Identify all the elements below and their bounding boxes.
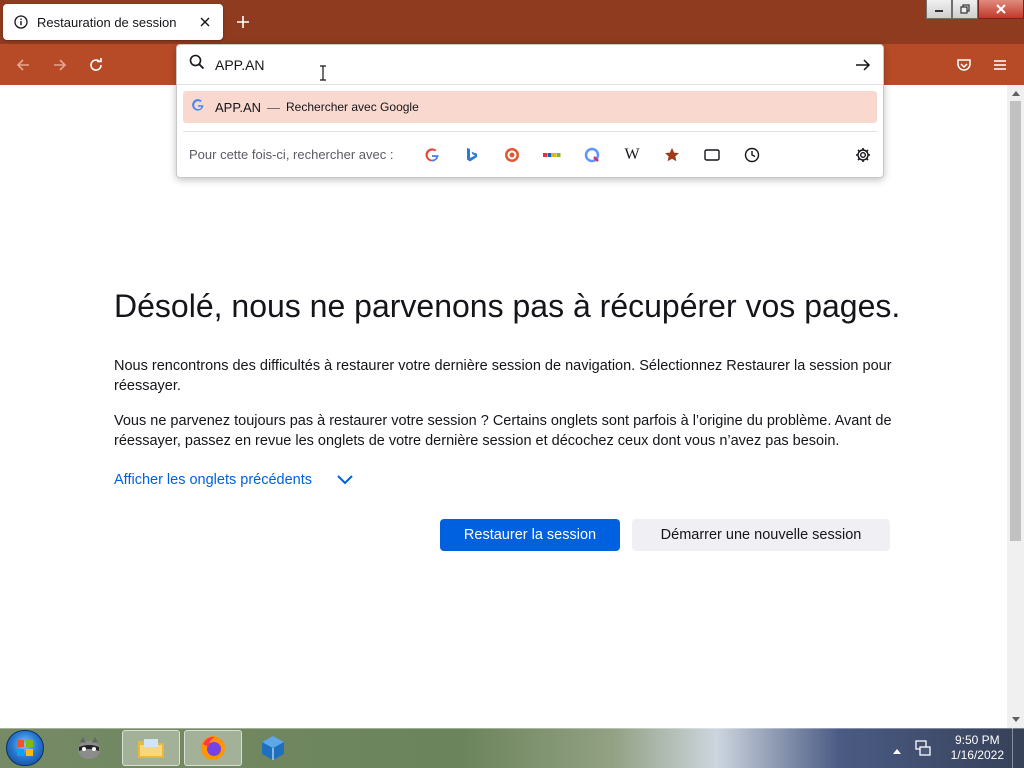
firefox-window: Restauration de session Désolé, nous ne … (0, 0, 1024, 768)
bookmarks-icon[interactable] (662, 145, 682, 165)
urlbar-input[interactable]: APP.AN (215, 57, 265, 73)
close-window-button[interactable] (978, 0, 1024, 19)
restore-accesskey: R (463, 527, 475, 543)
firefox-taskbar-icon[interactable] (184, 730, 242, 766)
windows-taskbar: 9:50 PM 1/16/2022 (0, 728, 1024, 768)
start-new-session-button[interactable]: Démarrer une nouvelle session (632, 519, 890, 551)
suggestion-text: APP.AN (215, 99, 262, 115)
error-help-text: Vous ne parvenez toujours pas à restaure… (114, 413, 892, 449)
search-icon (189, 54, 205, 75)
text-cursor-icon (319, 65, 327, 81)
close-tab-icon[interactable] (197, 14, 213, 30)
page-content: Désolé, nous ne parvenons pas à récupére… (0, 85, 1007, 728)
error-description: Nous rencontrons des difficultés à resta… (114, 358, 892, 394)
virtualbox-icon[interactable] (244, 730, 302, 766)
qwant-icon[interactable] (582, 145, 602, 165)
divider (183, 131, 877, 132)
duckduckgo-icon[interactable] (502, 145, 522, 165)
show-previous-tabs-toggle[interactable]: Afficher les onglets précédents (114, 471, 354, 489)
system-tray: 9:50 PM 1/16/2022 (884, 728, 1024, 768)
go-arrow-button[interactable] (853, 55, 873, 75)
suggestion-action: Rechercher avec Google (286, 100, 419, 114)
new-session-label: émarrer une nouvelle session (671, 527, 862, 543)
info-icon (13, 14, 29, 30)
tab-strip: Restauration de session (0, 0, 1024, 44)
back-button[interactable] (12, 54, 34, 76)
google-icon (191, 98, 205, 117)
scroll-up-arrow-icon[interactable] (1007, 85, 1024, 101)
urlbar-input-row[interactable]: APP.AN (177, 45, 883, 85)
restore-label: estaurer la session (474, 527, 597, 543)
file-explorer-icon[interactable] (122, 730, 180, 766)
tab-session-restore[interactable]: Restauration de session (3, 4, 223, 40)
suggestion-row[interactable]: APP.AN — Rechercher avec Google (183, 91, 877, 123)
show-previous-tabs-link[interactable]: Afficher les onglets précédents (114, 472, 312, 488)
clock-time: 9:50 PM (954, 733, 1000, 747)
restore-button[interactable] (952, 0, 978, 19)
urlbar-dropdown: APP.AN APP.AN — Rechercher avec Google P… (176, 44, 884, 178)
clock-date: 1/16/2022 (950, 748, 1004, 762)
one-off-search-label: Pour cette fois-ci, rechercher avec : (189, 147, 394, 162)
window-controls (926, 0, 1024, 20)
suggestion-dash: — (267, 99, 281, 115)
page-title: Désolé, nous ne parvenons pas à récupére… (114, 288, 901, 324)
forward-button[interactable] (49, 54, 71, 76)
chevron-down-icon[interactable] (336, 471, 354, 489)
menu-hamburger-icon[interactable] (989, 54, 1011, 76)
google-icon[interactable] (422, 145, 442, 165)
network-icon[interactable] (914, 739, 932, 762)
show-desktop-button[interactable] (1012, 728, 1024, 768)
tab-title: Restauration de session (37, 14, 177, 30)
restore-session-button[interactable]: Restaurer la session (440, 519, 620, 551)
wikipedia-icon[interactable]: W (622, 145, 642, 165)
pocket-icon[interactable] (953, 54, 975, 76)
new-session-accesskey: D (660, 527, 672, 543)
history-icon[interactable] (742, 145, 762, 165)
tabs-icon[interactable] (702, 145, 722, 165)
reload-button[interactable] (85, 54, 107, 76)
show-hidden-icons-icon[interactable] (892, 742, 902, 760)
minimize-button[interactable] (926, 0, 952, 19)
new-tab-button[interactable] (232, 11, 254, 33)
bing-icon[interactable] (462, 145, 482, 165)
clock[interactable]: 9:50 PM 1/16/2022 (951, 733, 1004, 763)
scroll-down-arrow-icon[interactable] (1007, 712, 1024, 728)
raccoon-app-icon[interactable] (60, 730, 118, 766)
vertical-scrollbar[interactable] (1007, 85, 1024, 728)
start-button[interactable] (6, 730, 44, 766)
ebay-icon[interactable] (542, 145, 562, 165)
gear-icon[interactable] (853, 145, 873, 165)
scroll-thumb[interactable] (1010, 101, 1021, 541)
